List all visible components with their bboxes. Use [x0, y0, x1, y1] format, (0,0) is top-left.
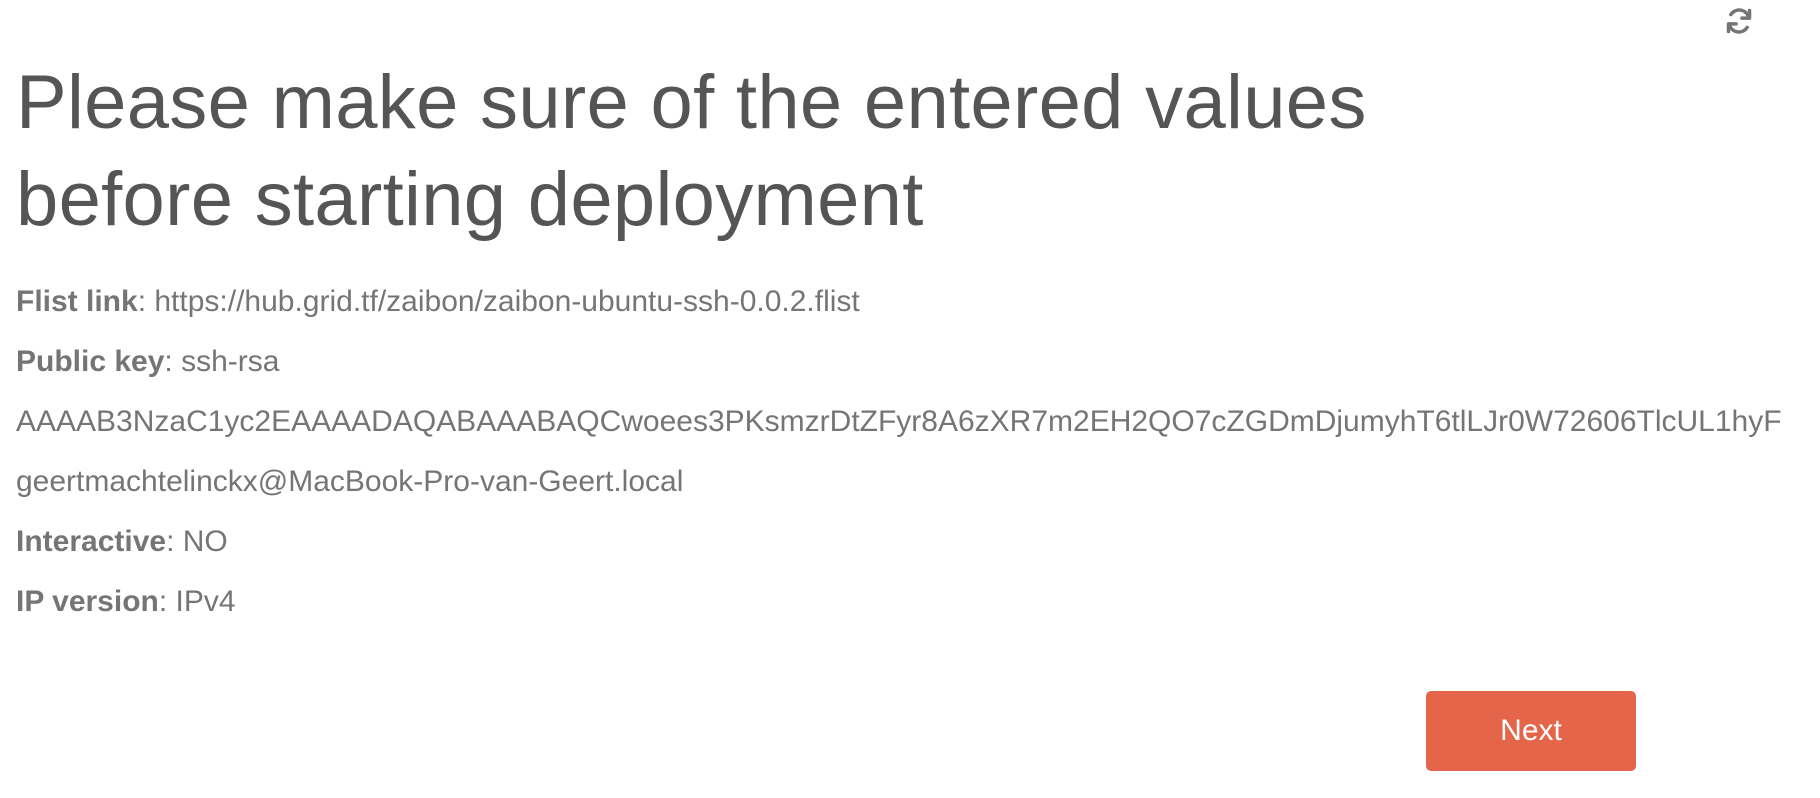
interactive-value: NO — [182, 525, 228, 558]
interactive-row: Interactive: NO — [16, 525, 228, 558]
ip-version-label: IP version — [16, 585, 159, 618]
public-key-continuation: AAAAB3NzaC1yc2EAAAADAQABAAABAQCwoees3PKs… — [16, 392, 1820, 452]
public-key-value-line3: geertmachtelinckx@MacBook-Pro-van-Geert.… — [16, 465, 684, 498]
next-button[interactable]: Next — [1426, 691, 1636, 771]
public-key-value-line2: AAAAB3NzaC1yc2EAAAADAQABAAABAQCwoees3PKs… — [16, 405, 1782, 438]
flist-value: https://hub.grid.tf/zaibon/zaibon-ubuntu… — [154, 285, 860, 318]
public-key-value-line1: ssh-rsa — [181, 345, 280, 378]
public-key-label: Public key — [16, 345, 165, 378]
public-key-continuation: geertmachtelinckx@MacBook-Pro-van-Geert.… — [16, 452, 1820, 512]
ip-version-value: IPv4 — [175, 585, 236, 618]
page-title: Please make sure of the entered values b… — [16, 60, 1367, 242]
deployment-details: Flist link: https://hub.grid.tf/zaibon/z… — [16, 272, 1820, 632]
public-key-row: Public key: ssh-rsa — [16, 345, 280, 378]
interactive-label: Interactive — [16, 525, 167, 558]
refresh-button[interactable] — [1722, 4, 1756, 38]
flist-label: Flist link — [16, 285, 138, 318]
refresh-icon — [1726, 8, 1752, 34]
ip-version-row: IP version: IPv4 — [16, 585, 236, 618]
flist-row: Flist link: https://hub.grid.tf/zaibon/z… — [16, 285, 860, 318]
